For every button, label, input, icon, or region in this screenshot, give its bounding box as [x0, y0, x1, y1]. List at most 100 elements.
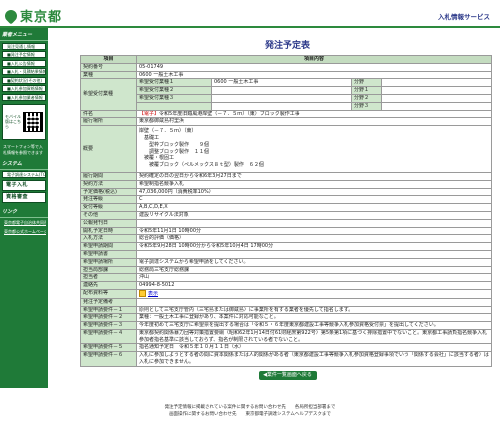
row-value: A,B,C,D,E,X: [135, 203, 493, 212]
sidebar-link[interactable]: 東京都電子自治体共同運営: [2, 219, 46, 226]
electronic-tag: 【電子】: [139, 110, 160, 117]
header: 東京都 入札情報サービス: [0, 0, 500, 28]
gyoshu-row: 希望受付業種 希望受付業種１ 0600 一般土木工事 分野: [80, 78, 493, 111]
row-text: 建設リサイクル法対象: [139, 211, 189, 218]
row-value: 0600 一般土木工事: [135, 70, 493, 80]
row-label: 受付等級: [80, 203, 137, 212]
gyoshu-value: [211, 86, 352, 95]
bunya-value: [380, 93, 493, 103]
sidebar-menu-item[interactable]: ■入札参加資格情報: [2, 85, 46, 92]
row-label: 連絡先: [80, 281, 137, 290]
row-label: 履行場所: [80, 117, 137, 127]
row-value: 沖山: [135, 273, 493, 283]
table-row: 公報発刊日: [80, 218, 493, 228]
sidebar-menu-item[interactable]: ■発注予定情報: [2, 51, 46, 58]
row-text: 業種：一般土木工事に登録があり、本案件に対応可能なこと。: [139, 314, 279, 321]
row-label: 希望申請要件－２: [80, 313, 137, 323]
ginkgo-icon: [2, 7, 20, 24]
gyoshu-row: 希望受付業種３ 分野２: [81, 93, 493, 103]
row-text: 指名通知予定日 令和５年１０月１１日（水）: [139, 344, 245, 351]
sidebar-menu-item[interactable]: ■入札公告情報: [2, 59, 46, 67]
page-title: 発注予定表: [264, 41, 310, 51]
row-value: 47,036,000円（消費税率10%）: [135, 187, 493, 197]
row-value: 入札に参加しようとする者の間に資本関係または人的関係がある者（東京都建設工事等競…: [135, 351, 493, 367]
table-body: 契約番号 05-01749 業種 0600 一般土木工事 希望受付業種 希望受付業種１ 06…: [80, 62, 493, 367]
sidebar-system-item[interactable]: 資格審査: [2, 192, 46, 203]
table-row: 履行場所 東京都御蔵島村里浜: [80, 117, 493, 127]
sidebar-link[interactable]: 東京都公式ホームページ: [2, 228, 46, 235]
row-label: 契約方法: [80, 179, 137, 189]
menu-list: 発注見通し情報 ■発注予定情報 ■入札公告情報 ■入札・見積結果情報 ■契約状況(その他…: [0, 42, 48, 101]
table-row: 発注等級 C: [80, 195, 493, 205]
table-row: 希望申請書: [80, 249, 493, 259]
gyoshu-value: 0600 一般土木工事: [211, 78, 352, 88]
row-label: 発注予定備考: [80, 297, 137, 307]
org-name: 東京都: [20, 10, 63, 25]
order-table: 項目 項目内容 契約番号 05-01749 業種 0600 一般土木工事 希望受付業種希…: [80, 55, 493, 367]
row-label: 希望申請要件－５: [80, 343, 137, 353]
table-row: 履行期間 契約確定の日の翌日から令和6年3月27日まで: [80, 171, 493, 181]
bunya-key: 分野１: [351, 86, 382, 95]
row-text: 総務局三宅支庁総務課: [139, 266, 190, 273]
row-value: [135, 297, 493, 307]
row-text: 令和5年9月28日 10時00分から令和5年10月4日 17時00分: [139, 243, 274, 250]
row-value: 今年度初めて三宅支庁に希望票を提出する場合は「令和５・６年度東京都建設工事等競争…: [135, 321, 493, 330]
row-label: 予定価格(税込): [80, 187, 137, 197]
row-label: 担当局部課: [80, 265, 137, 275]
gyoshu-row: 希望受付業種２ 分野１: [81, 86, 493, 95]
row-label: 希望申請要件－１: [80, 305, 137, 315]
row-value: 指名通知予定日 令和５年１０月１１日（水）: [135, 343, 493, 353]
row-label: 公報発刊日: [80, 218, 137, 228]
row-label: 希望申請場所: [80, 257, 137, 267]
row-text: 沖山: [139, 274, 150, 281]
sidebar-menu-item[interactable]: 発注見通し情報: [2, 42, 46, 50]
table-header: 項目 項目内容: [80, 55, 493, 64]
row-text: 契約確定の日の翌日から令和6年3月27日まで: [139, 172, 242, 179]
row-value: 東京都御蔵島村里浜: [135, 117, 493, 127]
row-label: 希望申請要件－３: [80, 321, 137, 330]
sidebar-menu-item[interactable]: ■入札参加業者情報: [2, 93, 46, 101]
row-label: 希望受付業種: [80, 78, 137, 111]
table-row: 受付等級 A,B,C,D,E,X: [80, 203, 493, 212]
row-label: 概要: [80, 125, 137, 173]
row-value: 総合的評価（価格）: [135, 234, 493, 244]
tokyo-logo[interactable]: 東京都: [2, 6, 63, 25]
row-value: [135, 249, 493, 259]
row-value: 令和5年9月28日 10時00分から令和5年10月4日 17時00分: [135, 242, 493, 251]
row-text: C: [139, 196, 143, 203]
row-value: 【電子】令和5年度旧鐵風港岸壁（－７．５ｍ）（東）ブロック製作工事: [135, 109, 493, 119]
row-label: 業種: [80, 70, 137, 80]
row-text: A,B,C,D,E,X: [139, 204, 168, 211]
outline-row: 概要 岸壁（－７．５ｍ）（東） 基礎工 型枠ブロック製作 ９個 調整ブロック製作 …: [80, 125, 493, 173]
row-label: 担当者: [80, 273, 137, 283]
row-label: 希望申請期間: [80, 242, 137, 251]
back-to-list-button[interactable]: ◀業件一覧画面へ戻る: [258, 370, 317, 380]
sidebar-system-item[interactable]: 電子調達システム(TOP): [2, 171, 46, 178]
sidebar-menu-item[interactable]: ■入札・見積結果情報: [2, 68, 46, 75]
bunya-value: [380, 101, 493, 111]
links-heading: リンク: [0, 205, 48, 218]
row-value: 04994-8-5012: [135, 281, 493, 290]
mobile-link[interactable]: モバイル版はこちら: [2, 103, 46, 140]
bunya-key: 分野３: [351, 101, 382, 111]
row-label: その他: [80, 210, 137, 220]
table-row: 担当者 沖山: [80, 273, 493, 283]
sidebar-system-item[interactable]: 電子入札: [2, 179, 46, 191]
row-label: 件名: [80, 109, 137, 119]
gyoshu-key: 希望受付業種３: [136, 93, 212, 103]
gyoshu-key: 希望受付業種２: [136, 86, 212, 95]
row-label: 入札方法: [80, 234, 137, 244]
sidebar-menu-item[interactable]: ■契約状況(その他): [2, 76, 46, 84]
table-row: 契約方法 希望制指名競争入札: [80, 179, 493, 189]
outline-line: 被覆ブロック（ペルメックス８ｔ型）製作 ６２個: [139, 162, 264, 169]
gyoshu-row: 分野３: [81, 101, 493, 111]
col-content: 項目内容: [135, 55, 493, 64]
row-text: 令和5年度旧鐵風港岸壁（－７．５ｍ）（東）ブロック製作工事: [159, 110, 300, 117]
row-text: 電子調達システムから希望申請をしてください。: [139, 258, 249, 265]
table-row: 希望申請場所 電子調達システムから希望申請をしてください。: [80, 257, 493, 267]
attachment-link[interactable]: 表示: [148, 291, 158, 297]
gyoshu-key: 希望受付業種１: [136, 78, 212, 88]
qr-code-icon: [23, 111, 43, 132]
gyoshu-value: [211, 101, 352, 111]
table-row: 業種 0600 一般土木工事: [80, 70, 493, 80]
